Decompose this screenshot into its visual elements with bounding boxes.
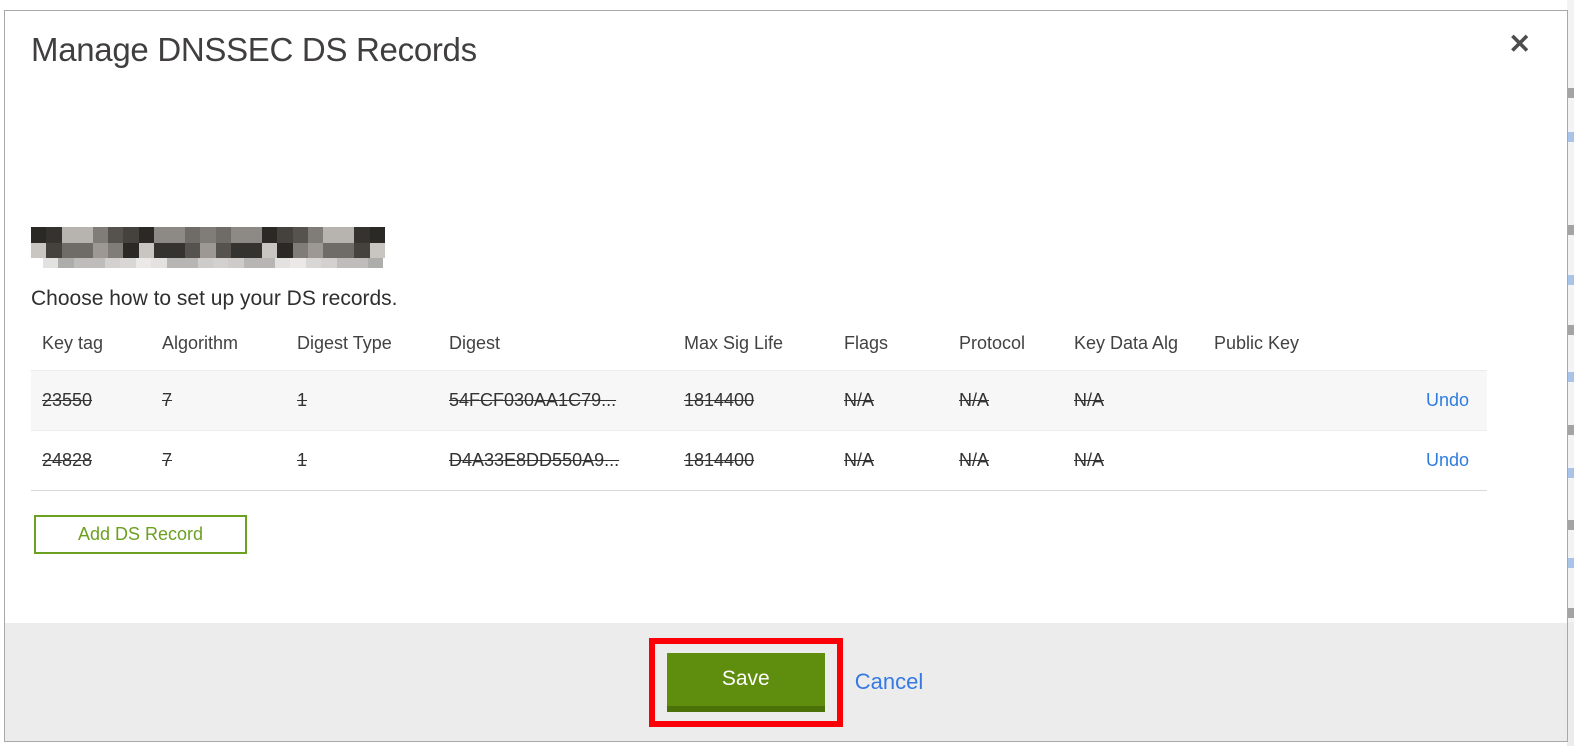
column-header-protocol: Protocol: [959, 333, 1026, 353]
page-behind-fragment: [1567, 425, 1574, 435]
page-behind-fragment: [1567, 275, 1574, 285]
cell-digest: 54FCF030AA1C79...: [449, 390, 617, 410]
cell-flags: N/A: [844, 450, 875, 470]
cell-digest-type: 1: [297, 450, 308, 470]
add-ds-record-button[interactable]: Add DS Record: [34, 515, 247, 554]
redaction-pixel-row: [31, 227, 385, 243]
cell-max-sig-life: 1814400: [684, 390, 755, 410]
cell-key-tag: 23550: [42, 390, 93, 410]
redaction-pixel-row: [31, 243, 385, 258]
cell-key-data-alg: N/A: [1074, 390, 1105, 410]
background-page-sliver: [1567, 0, 1574, 746]
page-behind-footer: [1567, 622, 1574, 746]
modal-footer: Save Cancel: [5, 623, 1567, 741]
cell-max-sig-life: 1814400: [684, 450, 755, 470]
cell-algorithm: 7: [162, 390, 173, 410]
page-behind-fragment: [1567, 325, 1574, 335]
page-behind-fragment: [1567, 225, 1574, 235]
column-header-key-tag: Key tag: [42, 333, 104, 353]
column-header-max-sig-life: Max Sig Life: [684, 333, 784, 353]
page-behind-fragment: [1567, 520, 1574, 530]
redaction-pixel-row: [43, 258, 383, 268]
close-button[interactable]: ✕: [1508, 31, 1531, 58]
column-header-flags: Flags: [844, 333, 889, 353]
column-header-digest: Digest: [449, 333, 501, 353]
cell-public-key: [1203, 431, 1353, 491]
domain-name-redacted: [31, 227, 385, 268]
close-icon: ✕: [1508, 29, 1531, 59]
table-row: 23550 7 1 54FCF030AA1C79... 1814400 N/A …: [31, 370, 1487, 431]
undo-link[interactable]: Undo: [1426, 390, 1469, 410]
cell-key-tag: 24828: [42, 450, 93, 470]
page-behind-fragment: [1567, 88, 1574, 98]
column-header-digest-type: Digest Type: [297, 333, 392, 353]
cell-protocol: N/A: [959, 450, 990, 470]
page-title: Manage DNSSEC DS Records: [31, 31, 477, 68]
page-behind-fragment: [1567, 608, 1574, 618]
cell-key-data-alg: N/A: [1074, 450, 1105, 470]
column-header-key-data-alg: Key Data Alg: [1074, 333, 1179, 353]
save-button[interactable]: Save: [666, 652, 825, 712]
page-behind-fragment: [1567, 132, 1574, 142]
page-behind-fragment: [1567, 372, 1574, 382]
cell-algorithm: 7: [162, 450, 173, 470]
cell-flags: N/A: [844, 390, 875, 410]
column-header-actions: [1353, 333, 1487, 371]
column-header-public-key: Public Key: [1214, 333, 1300, 353]
page-behind-fragment: [1567, 468, 1574, 478]
table-row: 24828 7 1 D4A33E8DD550A9... 1814400 N/A …: [31, 430, 1487, 491]
cancel-link[interactable]: Cancel: [855, 669, 923, 695]
annotation-rectangle: Save: [648, 637, 843, 727]
page-behind-fragment: [1567, 558, 1574, 568]
cell-digest-type: 1: [297, 390, 308, 410]
undo-link[interactable]: Undo: [1426, 450, 1469, 470]
cell-protocol: N/A: [959, 390, 990, 410]
table-header-row: Key tag Algorithm Digest Type Digest Max…: [31, 333, 1487, 371]
cell-actions: Undo: [1353, 371, 1487, 431]
cell-actions: Undo: [1353, 431, 1487, 491]
manage-dnssec-modal: Manage DNSSEC DS Records ✕ Choose how to…: [4, 10, 1568, 742]
cell-digest: D4A33E8DD550A9...: [449, 450, 620, 470]
ds-records-table: Key tag Algorithm Digest Type Digest Max…: [31, 333, 1487, 491]
subtitle-text: Choose how to set up your DS records.: [31, 287, 398, 310]
column-header-algorithm: Algorithm: [162, 333, 239, 353]
cell-public-key: [1203, 371, 1353, 431]
